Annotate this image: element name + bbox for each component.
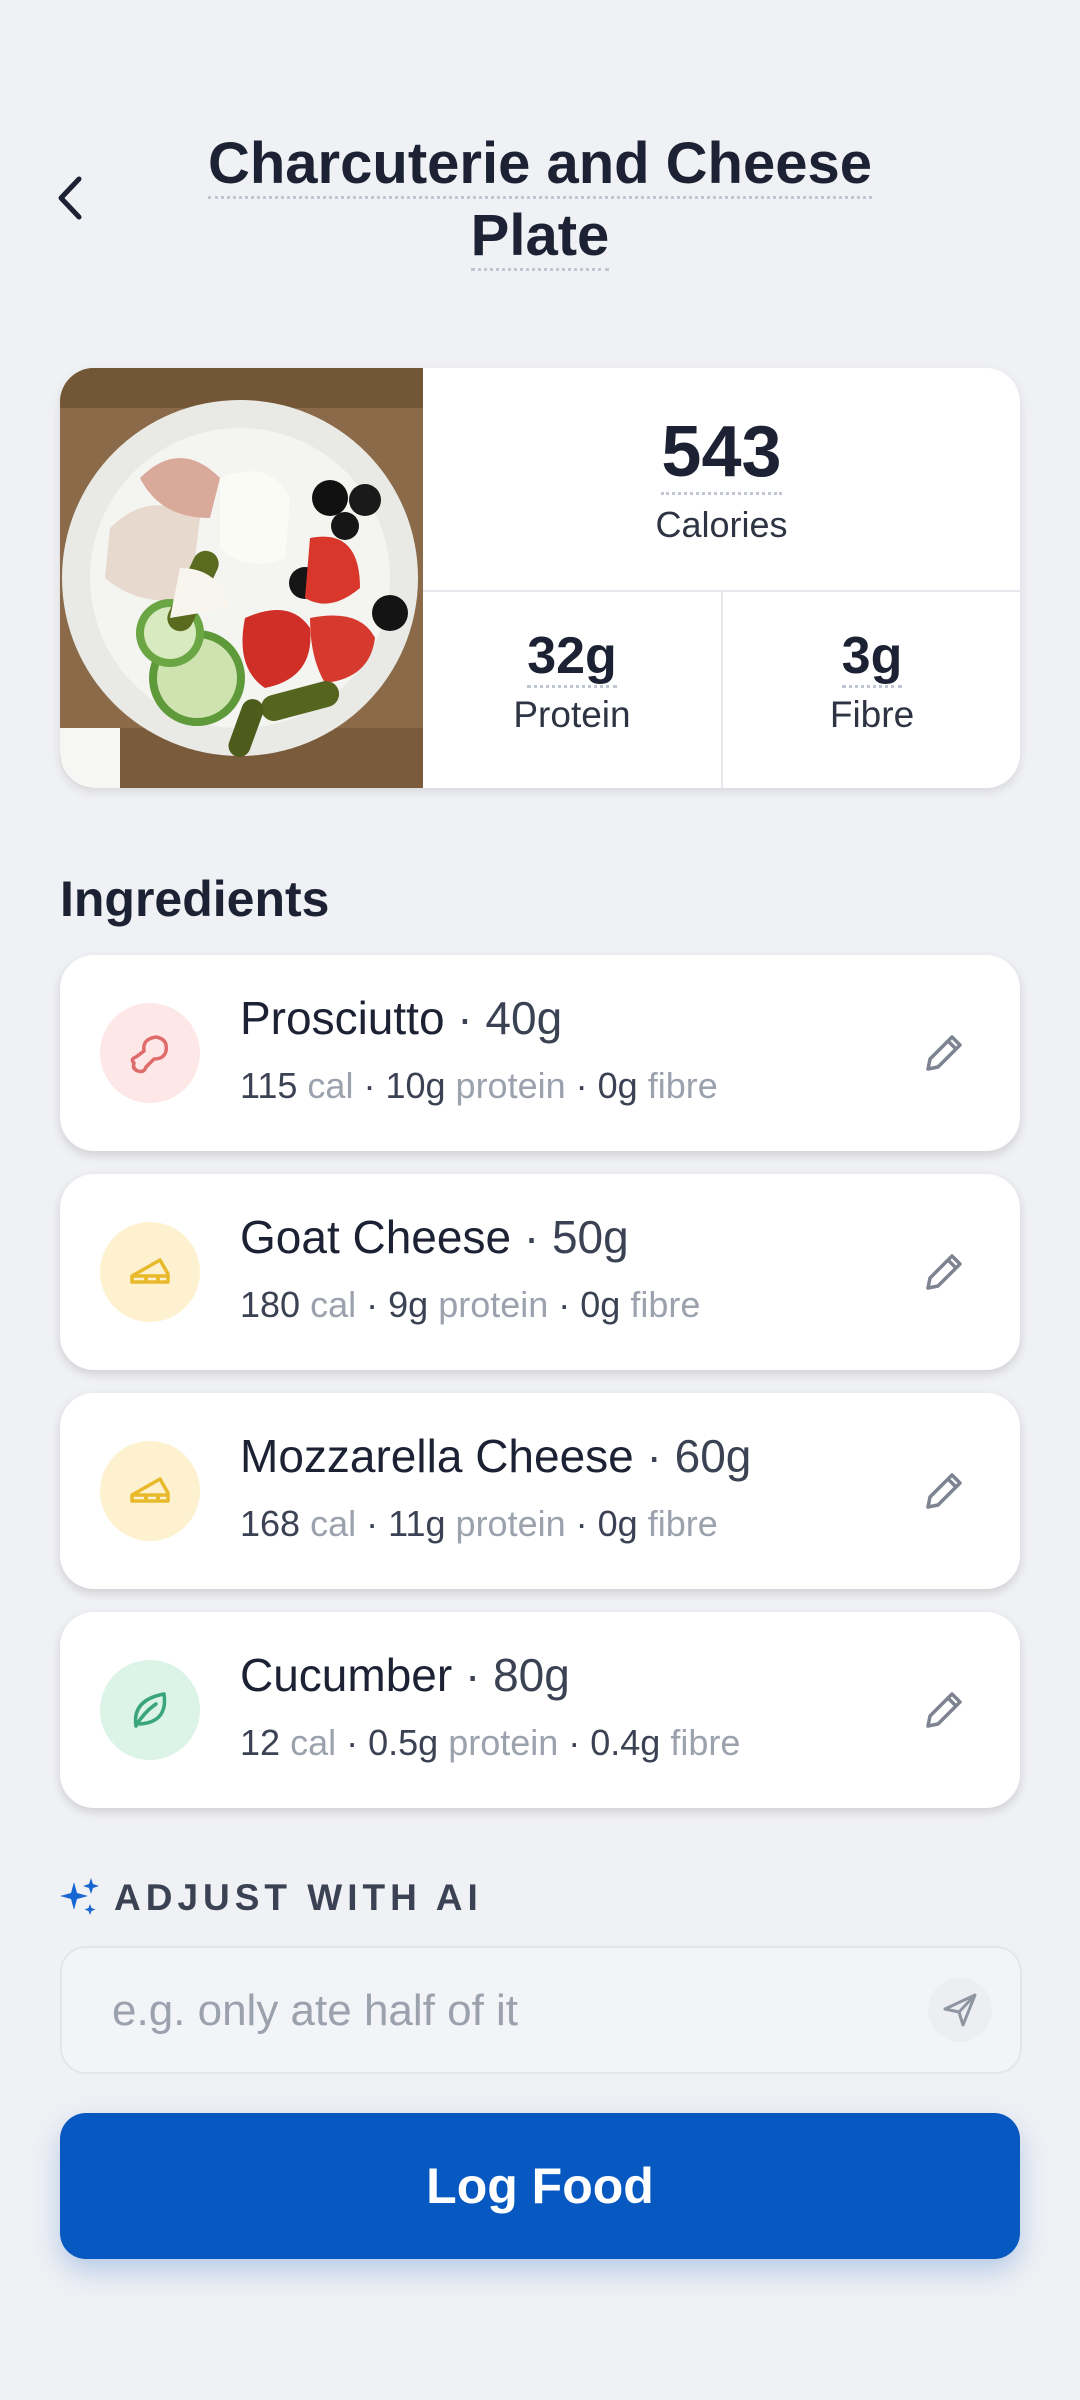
fibre-label: Fibre	[829, 694, 915, 735]
ingredient-name: Mozzarella Cheese · 60g	[240, 1430, 752, 1482]
log-food-button[interactable]: Log Food	[60, 2113, 1020, 2259]
ingredient-stats: 115 cal · 10g protein · 0g fibre	[240, 1065, 718, 1106]
protein-block: 32g Protein	[423, 590, 723, 788]
ingredient-card[interactable]: Prosciutto · 40g 115 cal · 10g protein ·…	[60, 955, 1020, 1151]
ingredient-stats: 180 cal · 9g protein · 0g fibre	[240, 1284, 701, 1325]
ai-adjust-input[interactable]	[110, 1948, 894, 2074]
ingredient-stats: 168 cal · 11g protein · 0g fibre	[240, 1503, 718, 1544]
sparkles-icon	[60, 1878, 99, 1915]
ai-label-text: ADJUST WITH AI	[114, 1877, 483, 1918]
ingredient-card[interactable]: Mozzarella Cheese · 60g 168 cal · 11g pr…	[60, 1393, 1020, 1589]
calories-block: 543 Calories	[423, 368, 1020, 592]
calories-label: Calories	[655, 504, 788, 545]
protein-value[interactable]: 32g	[423, 626, 721, 688]
send-icon	[943, 1993, 977, 2027]
ingredient-card[interactable]: Cucumber · 80g 12 cal · 0.5g protein · 0…	[60, 1612, 1020, 1808]
ingredient-name: Cucumber · 80g	[240, 1649, 570, 1701]
pencil-icon[interactable]	[920, 1029, 968, 1077]
meat-icon	[100, 1003, 200, 1103]
cheese-icon	[100, 1441, 200, 1541]
ai-section-label: ADJUST WITH AI	[58, 1876, 483, 1920]
leaf-icon	[100, 1660, 200, 1760]
food-photo	[60, 368, 423, 788]
nutrition-summary-card: 543 Calories 32g Protein 3g Fibre	[60, 368, 1020, 788]
page-title: Charcuterie and Cheese Plate	[160, 128, 920, 272]
ingredient-stats: 12 cal · 0.5g protein · 0.4g fibre	[240, 1722, 741, 1763]
chevron-left-icon	[58, 176, 82, 220]
calories-value[interactable]: 543	[423, 412, 1020, 495]
ingredients-heading: Ingredients	[60, 871, 330, 927]
pencil-icon[interactable]	[920, 1686, 968, 1734]
ai-adjust-field[interactable]	[60, 1946, 1022, 2074]
fibre-block: 3g Fibre	[723, 590, 1020, 788]
send-button[interactable]	[928, 1978, 992, 2042]
protein-label: Protein	[513, 694, 631, 735]
cheese-icon	[100, 1222, 200, 1322]
ingredient-name: Goat Cheese · 50g	[240, 1211, 629, 1263]
ingredient-card[interactable]: Goat Cheese · 50g 180 cal · 9g protein ·…	[60, 1174, 1020, 1370]
pencil-icon[interactable]	[920, 1467, 968, 1515]
header: Charcuterie and Cheese Plate	[0, 120, 1080, 280]
back-button[interactable]	[48, 168, 92, 228]
ingredient-name: Prosciutto · 40g	[240, 992, 563, 1044]
pencil-icon[interactable]	[920, 1248, 968, 1296]
fibre-value[interactable]: 3g	[723, 626, 1020, 688]
